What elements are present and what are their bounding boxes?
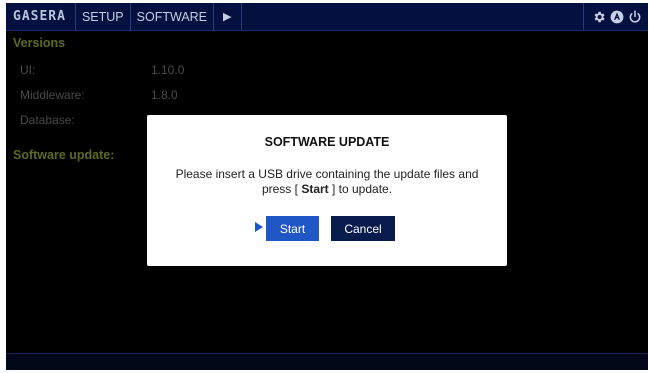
middleware-version-value: 1.8.0 [151,88,178,102]
power-icon[interactable] [628,9,642,24]
dialog-message: Please insert a USB drive containing the… [167,167,487,197]
dialog-message-line1: Please insert a USB drive containing the… [175,167,479,181]
top-bar: GASERA SETUP SOFTWARE ▶ [6,3,648,31]
dialog-message-start-keyword: Start [301,182,329,196]
start-button[interactable]: Start [266,216,319,241]
topbar-icons [583,3,648,30]
bottom-bar [6,353,648,370]
cancel-button[interactable]: Cancel [331,216,395,241]
dialog-buttons: Start Cancel [147,216,507,242]
app-screen: GASERA SETUP SOFTWARE ▶ Versions UI: 1.1… [6,3,648,370]
database-version-label: Database: [20,113,75,127]
tab-setup[interactable]: SETUP [76,3,131,30]
dialog-message-prefix: press [ [261,182,302,196]
versions-heading: Versions [13,36,66,50]
tab-software[interactable]: SOFTWARE [131,3,215,30]
dialog-title: SOFTWARE UPDATE [264,135,390,149]
brand-logo: GASERA [6,3,76,30]
ui-version-value: 1.10.0 [151,63,185,77]
a-badge-icon[interactable] [610,10,624,24]
ui-version-label: UI: [20,63,36,77]
gear-icon[interactable] [592,10,606,24]
focus-arrow-icon [255,222,263,232]
tab-run[interactable]: ▶ [214,3,242,30]
middleware-version-label: Middleware: [20,88,85,102]
software-update-heading: Software update: [13,148,115,162]
software-update-dialog: SOFTWARE UPDATE Please insert a USB driv… [147,115,507,266]
dialog-message-suffix: ] to update. [328,182,393,196]
